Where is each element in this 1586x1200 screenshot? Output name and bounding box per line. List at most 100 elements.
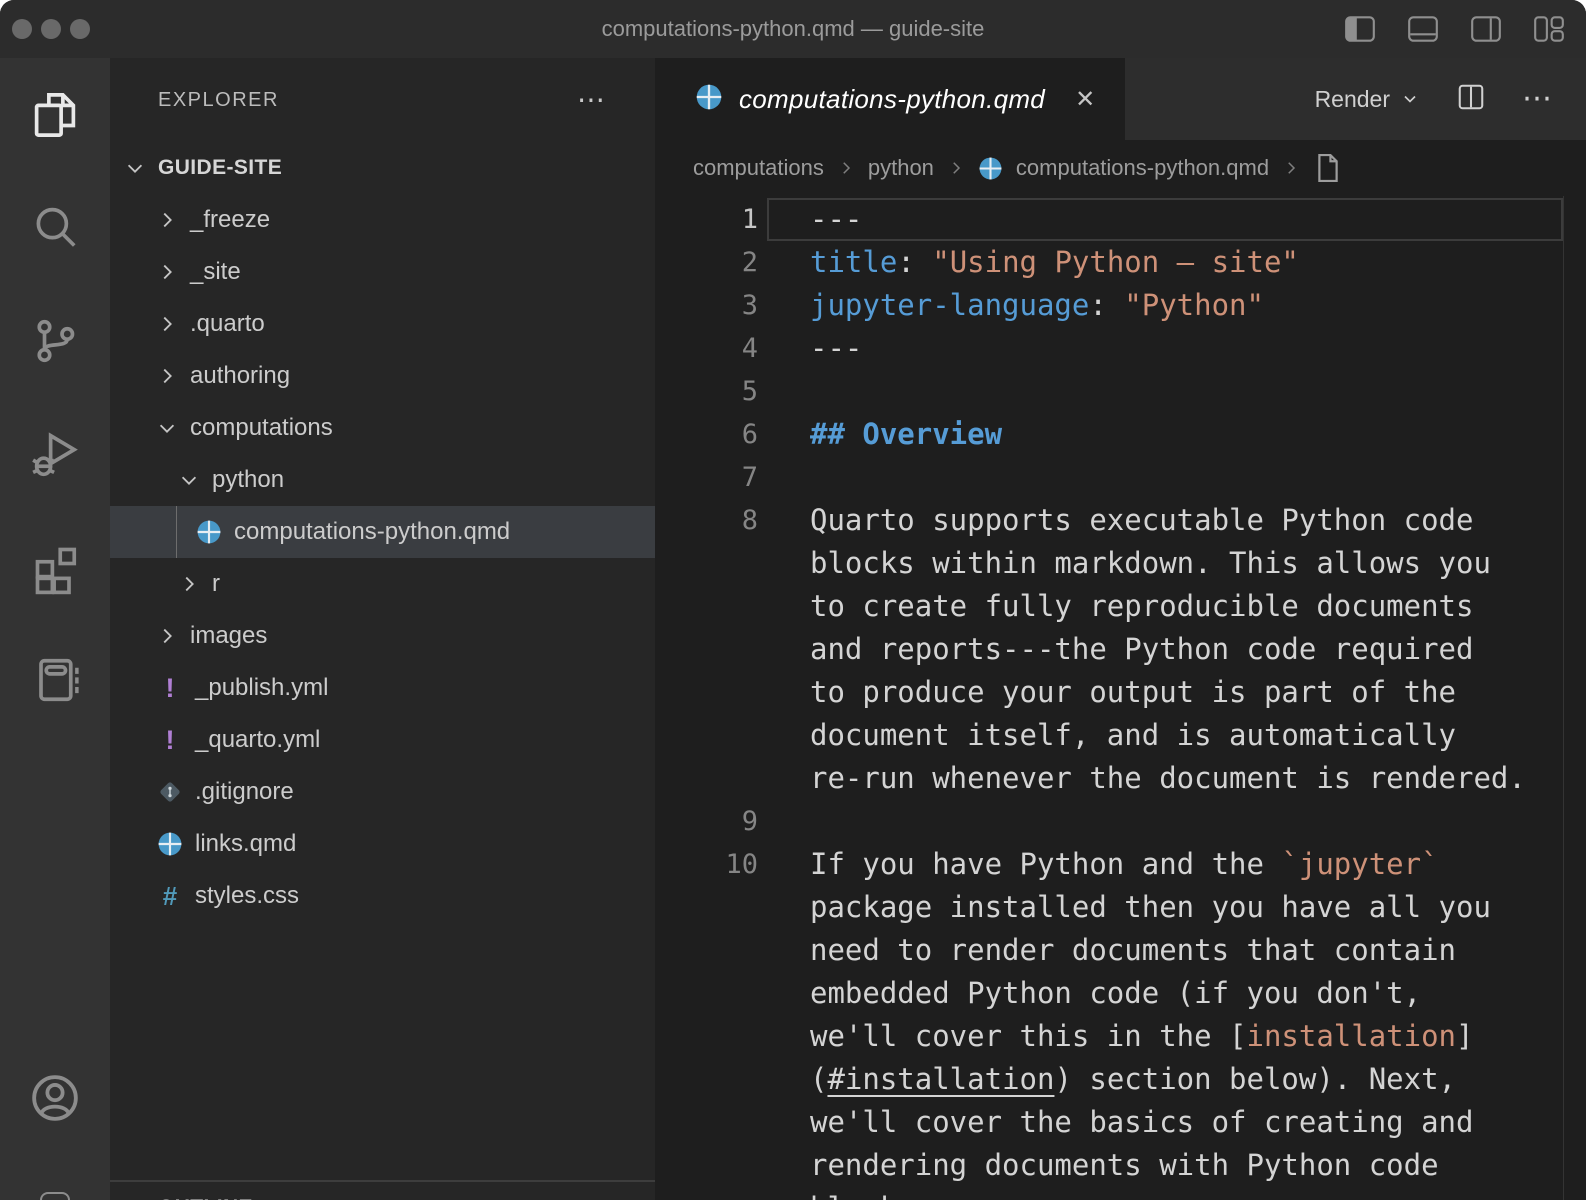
search-icon[interactable]: [0, 171, 110, 284]
line-number: [655, 886, 810, 929]
tree-item--freeze[interactable]: _freeze: [110, 194, 655, 246]
code-text: to produce your output is part of the: [810, 671, 1456, 714]
chevron-right-icon: [156, 625, 178, 647]
render-button[interactable]: Render: [1315, 86, 1420, 113]
code-line[interactable]: 10If you have Python and the `jupyter`: [655, 843, 1586, 886]
notebook-icon[interactable]: [0, 623, 110, 736]
code-text: we'll cover the basics of creating and: [810, 1101, 1473, 1144]
code-line[interactable]: 3jupyter-language: "Python": [655, 284, 1586, 327]
chevron-down-icon: [178, 469, 200, 491]
tree-item-styles-css[interactable]: #styles.css: [110, 870, 655, 922]
tree-item-label: r: [212, 570, 220, 598]
code-text: ---: [810, 327, 862, 370]
close-tab-icon[interactable]: ✕: [1075, 85, 1095, 114]
tree-item--publish-yml[interactable]: !_publish.yml: [110, 662, 655, 714]
code-text: (#installation) section below). Next,: [810, 1058, 1456, 1101]
code-line[interactable]: need to render documents that contain: [655, 929, 1586, 972]
code-editor[interactable]: 1---2title: "Using Python — site"3jupyte…: [655, 196, 1586, 1200]
tree-item-authoring[interactable]: authoring: [110, 350, 655, 402]
close-button[interactable]: [12, 19, 32, 39]
code-line[interactable]: re-run whenever the document is rendered…: [655, 757, 1586, 800]
explorer-tree: GUIDE-SITE_freeze_site.quartoauthoringco…: [110, 142, 655, 922]
code-line[interactable]: we'll cover this in the [installation]: [655, 1015, 1586, 1058]
title-bar: computations-python.qmd — guide-site: [0, 0, 1586, 58]
tree-item-guide-site[interactable]: GUIDE-SITE: [110, 142, 655, 194]
breadcrumb-folder[interactable]: computations: [693, 155, 824, 181]
code-line[interactable]: blocks within markdown. This allows you: [655, 542, 1586, 585]
code-line[interactable]: 6## Overview: [655, 413, 1586, 456]
more-actions-icon[interactable]: ⋯: [1522, 84, 1554, 114]
code-line[interactable]: 7: [655, 456, 1586, 499]
line-number: [655, 1187, 810, 1200]
line-number: [655, 628, 810, 671]
tree-item-computations[interactable]: computations: [110, 402, 655, 454]
explorer-more-actions[interactable]: ⋯: [577, 86, 607, 114]
split-editor-icon[interactable]: [1456, 82, 1486, 117]
code-line[interactable]: we'll cover the basics of creating and: [655, 1101, 1586, 1144]
code-line[interactable]: to create fully reproducible documents: [655, 585, 1586, 628]
tree-item--gitignore[interactable]: .gitignore: [110, 766, 655, 818]
code-line[interactable]: 5: [655, 370, 1586, 413]
code-text: Quarto supports executable Python code: [810, 499, 1473, 542]
code-text: blocks.: [810, 1187, 932, 1200]
toggle-panel-icon[interactable]: [1406, 13, 1440, 45]
tree-item-images[interactable]: images: [110, 610, 655, 662]
code-line[interactable]: 2title: "Using Python — site": [655, 241, 1586, 284]
tree-item-label: _site: [190, 258, 241, 286]
toggle-secondary-sidebar-icon[interactable]: [1469, 13, 1503, 45]
line-number: [655, 1015, 810, 1058]
line-number: 1: [655, 198, 810, 241]
source-control-icon[interactable]: [0, 284, 110, 397]
tree-item-label: python: [212, 466, 284, 494]
tree-item-r[interactable]: r: [110, 558, 655, 610]
tab-bar: computations-python.qmd ✕ Render ⋯: [655, 58, 1586, 140]
outline-label: OUTLINE: [158, 1196, 253, 1200]
code-line[interactable]: 9: [655, 800, 1586, 843]
line-number: [655, 714, 810, 757]
tree-item-label: styles.css: [195, 882, 299, 910]
line-number: 9: [655, 800, 810, 843]
tree-item-computations-python-qmd[interactable]: computations-python.qmd: [110, 506, 655, 558]
render-label: Render: [1315, 86, 1390, 113]
code-line[interactable]: (#installation) section below). Next,: [655, 1058, 1586, 1101]
tree-item-links-qmd[interactable]: links.qmd: [110, 818, 655, 870]
code-line[interactable]: blocks.: [655, 1187, 1586, 1200]
symbol-file-icon: [1313, 152, 1343, 184]
tab-computations-python[interactable]: computations-python.qmd ✕: [655, 58, 1125, 140]
code-line[interactable]: package installed then you have all you: [655, 886, 1586, 929]
explorer-view-icon[interactable]: [0, 58, 110, 171]
tab-label: computations-python.qmd: [739, 84, 1045, 115]
code-line[interactable]: embedded Python code (if you don't,: [655, 972, 1586, 1015]
code-line[interactable]: rendering documents with Python code: [655, 1144, 1586, 1187]
code-text: we'll cover this in the [installation]: [810, 1015, 1473, 1058]
code-line[interactable]: and reports---the Python code required: [655, 628, 1586, 671]
customize-layout-icon[interactable]: [1532, 13, 1566, 45]
breadcrumb: computations python computations-python.…: [655, 140, 1586, 196]
toggle-primary-sidebar-icon[interactable]: [1343, 13, 1377, 45]
extensions-icon[interactable]: [0, 510, 110, 623]
code-text: rendering documents with Python code: [810, 1144, 1439, 1187]
activity-bar: [0, 58, 110, 1200]
run-and-debug-icon[interactable]: [0, 397, 110, 510]
code-line[interactable]: document itself, and is automatically: [655, 714, 1586, 757]
minimize-button[interactable]: [41, 19, 61, 39]
breadcrumb-folder[interactable]: python: [868, 155, 934, 181]
tree-item--quarto[interactable]: .quarto: [110, 298, 655, 350]
code-line[interactable]: 4---: [655, 327, 1586, 370]
code-text: need to render documents that contain: [810, 929, 1456, 972]
account-icon[interactable]: [26, 1069, 84, 1132]
code-line[interactable]: to produce your output is part of the: [655, 671, 1586, 714]
tree-item-label: links.qmd: [195, 830, 296, 858]
zoom-button[interactable]: [70, 19, 90, 39]
code-line[interactable]: 8Quarto supports executable Python code: [655, 499, 1586, 542]
tree-item--quarto-yml[interactable]: !_quarto.yml: [110, 714, 655, 766]
manage-gear-icon[interactable]: [40, 1192, 70, 1200]
line-number: 3: [655, 284, 810, 327]
chevron-right-icon: [156, 261, 178, 283]
tree-item-python[interactable]: python: [110, 454, 655, 506]
chevron-right-icon: [156, 365, 178, 387]
breadcrumb-file[interactable]: computations-python.qmd: [1016, 155, 1269, 181]
tree-item--site[interactable]: _site: [110, 246, 655, 298]
code-line[interactable]: 1---: [655, 198, 1586, 241]
outline-header[interactable]: OUTLINE: [110, 1182, 655, 1200]
